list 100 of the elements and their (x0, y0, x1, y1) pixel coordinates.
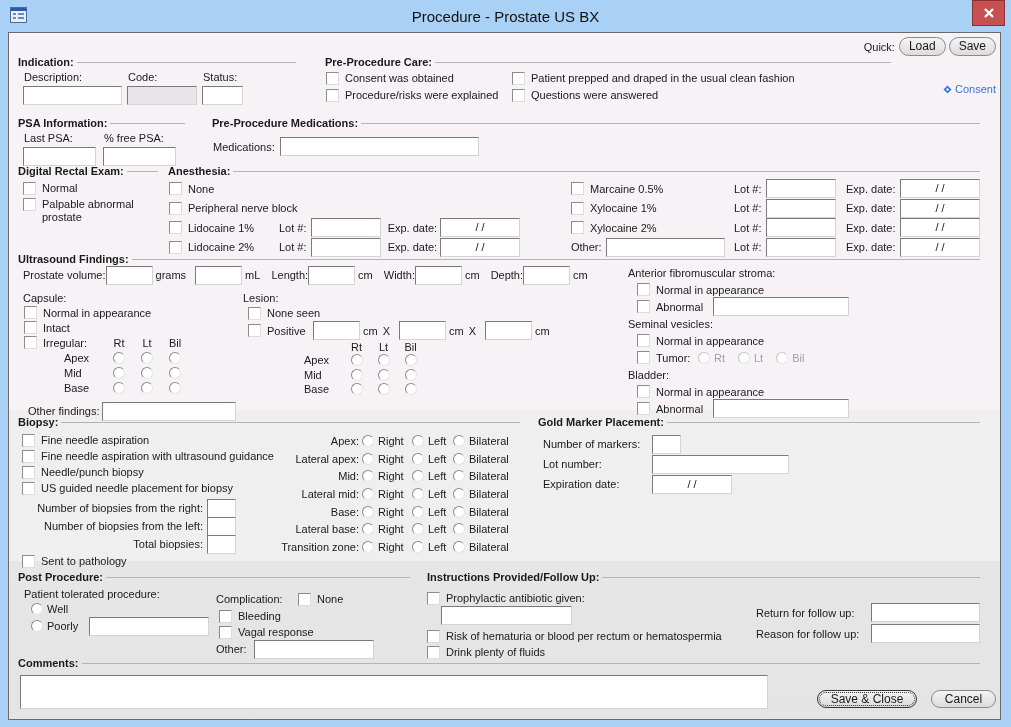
input-field[interactable] (441, 606, 572, 625)
input-field[interactable] (652, 434, 681, 454)
input-field[interactable] (606, 237, 725, 257)
date-field[interactable]: / / (440, 218, 520, 238)
radio-button[interactable]: Bilateral (453, 539, 509, 554)
radio-button[interactable] (113, 381, 125, 394)
date-field[interactable]: / / (652, 474, 732, 494)
checkbox[interactable]: Sent to pathology (22, 554, 127, 568)
checkbox[interactable]: Vagal response (219, 625, 314, 639)
radio-button[interactable] (113, 351, 125, 364)
input-field[interactable] (254, 639, 374, 659)
checkbox[interactable]: Fine needle aspiration (22, 433, 150, 447)
radio-button[interactable] (169, 351, 181, 364)
input-field[interactable] (766, 198, 836, 218)
cancel-button[interactable]: Cancel (931, 690, 996, 708)
input-field[interactable] (105, 265, 153, 285)
checkbox[interactable]: Normal in appearance (637, 384, 765, 399)
checkbox[interactable]: Bleeding (219, 609, 281, 623)
checkbox[interactable]: Patient prepped and draped in the usual clean fashion (512, 71, 795, 85)
radio-button[interactable]: Left (412, 539, 453, 554)
close-button[interactable] (972, 0, 1005, 26)
checkbox[interactable]: Prophylactic antibiotic given: (427, 591, 585, 605)
radio-button[interactable]: Bilateral (453, 451, 509, 466)
input-field[interactable] (103, 147, 176, 166)
date-field[interactable]: / / (900, 237, 980, 257)
checkbox[interactable]: Lidocaine 1% (169, 220, 255, 235)
input-field[interactable] (202, 86, 243, 105)
radio-button[interactable]: Right (362, 433, 412, 448)
checkbox[interactable]: Normal in appearance (637, 333, 765, 348)
checkbox[interactable]: Xylocaine 1% (571, 201, 657, 216)
radio-button[interactable]: Right (362, 504, 412, 519)
checkbox[interactable]: Intact (24, 320, 70, 335)
input-field[interactable] (713, 297, 849, 316)
checkbox[interactable]: Marcaine 0.5% (571, 181, 664, 196)
radio-button[interactable] (404, 354, 417, 367)
consent-link[interactable]: Consent (943, 82, 996, 96)
radio-button[interactable]: Right (362, 486, 412, 501)
checkbox[interactable]: Drink plenty of fluids (427, 645, 546, 659)
input-field[interactable] (871, 624, 980, 643)
input-field[interactable] (195, 265, 243, 285)
save-and-close-button[interactable]: Save & Close (817, 690, 917, 708)
radio-button[interactable] (169, 366, 181, 379)
input-field[interactable] (766, 179, 836, 199)
radio-button[interactable]: Bilateral (453, 469, 509, 484)
radio-button[interactable] (141, 366, 153, 379)
radio-button[interactable]: Right (362, 469, 412, 484)
radio-button[interactable] (377, 368, 390, 381)
checkbox[interactable]: Abnormal (637, 299, 704, 314)
input-field[interactable] (766, 218, 836, 238)
radio-button[interactable] (404, 368, 417, 381)
radio-button[interactable]: Left (412, 433, 453, 448)
checkbox[interactable]: Xylocaine 2% (571, 220, 657, 235)
checkbox[interactable]: Fine needle aspiration with ultrasound guidance (22, 449, 274, 463)
quick-button[interactable]: Save (948, 37, 996, 56)
input-field[interactable] (310, 218, 381, 238)
radio-button[interactable]: Bilateral (453, 522, 509, 537)
checkbox[interactable]: Lidocaine 2% (169, 240, 255, 255)
checkbox[interactable]: None (298, 592, 344, 606)
quick-button[interactable]: Load (898, 37, 946, 56)
input-field[interactable] (414, 265, 462, 285)
input-field[interactable] (713, 399, 849, 418)
radio-button[interactable]: Right (362, 522, 412, 537)
date-field[interactable]: / / (900, 198, 980, 218)
radio-button[interactable] (350, 383, 363, 396)
input-field[interactable] (399, 321, 446, 340)
date-field[interactable]: / / (440, 237, 520, 257)
input-field[interactable] (523, 265, 571, 285)
checkbox[interactable]: Irregular: (24, 335, 88, 350)
radio-button[interactable]: Poorly (31, 619, 89, 633)
checkbox[interactable]: None (169, 181, 215, 196)
date-field[interactable]: / / (900, 179, 980, 199)
radio-button[interactable]: Well (31, 602, 69, 616)
checkbox[interactable]: Consent was obtained (326, 71, 454, 85)
checkbox[interactable]: Peripheral nerve block (169, 201, 298, 216)
radio-button[interactable] (404, 383, 417, 396)
input-field[interactable] (308, 265, 356, 285)
checkbox[interactable]: Needle/punch biopsy (22, 465, 144, 479)
radio-button[interactable] (169, 381, 181, 394)
radio-button[interactable]: Right (362, 451, 412, 466)
radio-button[interactable]: Bilateral (453, 433, 509, 448)
input-field[interactable] (652, 454, 789, 474)
radio-button[interactable] (141, 381, 153, 394)
radio-button[interactable]: Left (412, 522, 453, 537)
date-field[interactable]: / / (900, 218, 980, 238)
checkbox[interactable]: Questions were answered (512, 88, 659, 102)
input-field[interactable] (871, 603, 980, 622)
checkbox[interactable]: Risk of hematuria or blood per rectum or hematospermia (427, 629, 722, 643)
radio-button[interactable]: Bilateral (453, 486, 509, 501)
radio-button[interactable] (350, 368, 363, 381)
checkbox[interactable]: Palpable abnormal prostate (23, 198, 158, 224)
radio-button[interactable] (377, 383, 390, 396)
radio-button[interactable] (141, 351, 153, 364)
comments-field[interactable] (20, 675, 768, 709)
radio-button[interactable]: Bilateral (453, 504, 509, 519)
radio-button[interactable] (350, 354, 363, 367)
input-field[interactable] (766, 237, 836, 257)
radio-button[interactable]: Right (362, 539, 412, 554)
checkbox[interactable]: Normal in appearance (637, 282, 765, 297)
input-field[interactable] (23, 86, 122, 105)
input-field[interactable] (23, 147, 96, 166)
